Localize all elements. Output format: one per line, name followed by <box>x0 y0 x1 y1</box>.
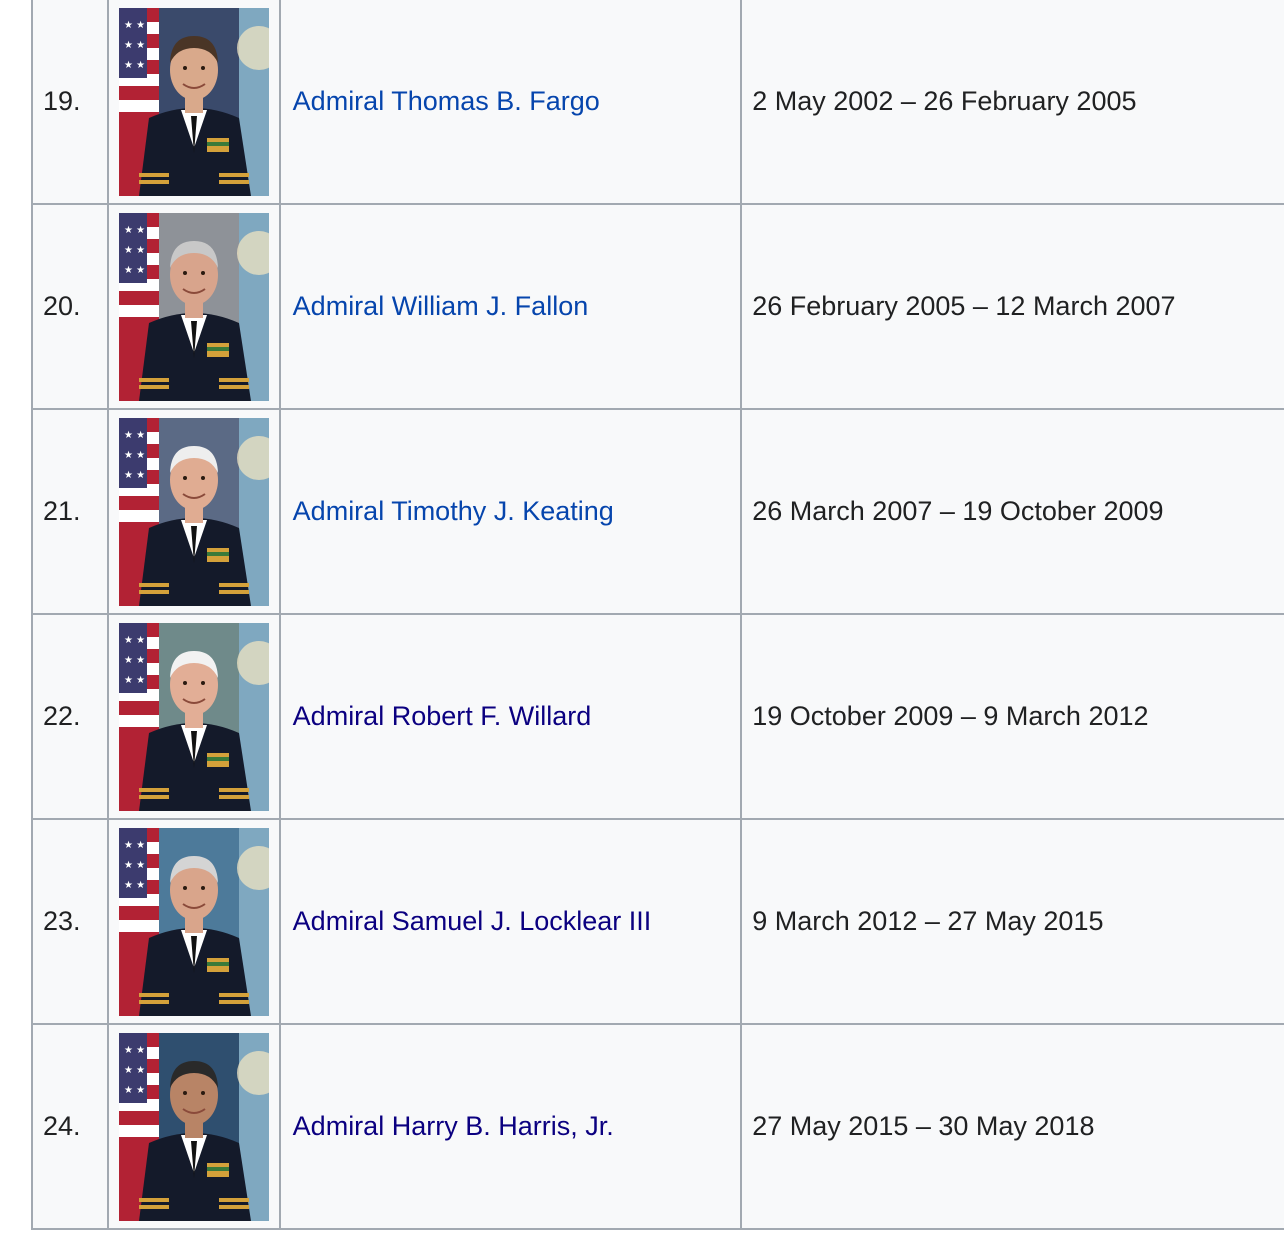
portrait-image-24[interactable]: ★ ★ ★ ★ ★ ★ <box>118 1032 269 1221</box>
table-row: 23. ★ ★ ★ ★ ★ ★ Admiral Samuel J. Lockle… <box>31 818 1284 1025</box>
commander-name-link[interactable]: Admiral Thomas B. Fargo <box>293 86 600 116</box>
term-of-office: 26 February 2005 – 12 March 2007 <box>740 203 1284 410</box>
svg-text:★ ★: ★ ★ <box>124 20 145 31</box>
name-cell: Admiral Thomas B. Fargo <box>278 0 743 205</box>
term-of-office: 2 May 2002 – 26 February 2005 <box>740 0 1284 205</box>
svg-text:★ ★: ★ ★ <box>124 1065 145 1076</box>
photo-cell: ★ ★ ★ ★ ★ ★ <box>106 203 281 410</box>
svg-text:★ ★: ★ ★ <box>124 265 145 276</box>
term-of-office: 19 October 2009 – 9 March 2012 <box>740 613 1284 820</box>
svg-text:★ ★: ★ ★ <box>124 430 145 441</box>
svg-text:★ ★: ★ ★ <box>124 880 145 891</box>
row-number: 22. <box>31 613 109 820</box>
name-cell: Admiral Samuel J. Locklear III <box>278 818 743 1025</box>
row-number: 20. <box>31 203 109 410</box>
commander-name-link[interactable]: Admiral Samuel J. Locklear III <box>293 906 652 936</box>
commander-name-link[interactable]: Admiral Harry B. Harris, Jr. <box>293 1111 614 1141</box>
svg-text:★ ★: ★ ★ <box>124 60 145 71</box>
svg-text:★ ★: ★ ★ <box>124 860 145 871</box>
table-row: 20. ★ ★ ★ ★ ★ ★ Admiral William J. Fallo… <box>31 203 1284 410</box>
commanders-table: 19. ★ ★ ★ ★ ★ ★ Admiral Thomas B. Fargo … <box>31 0 1284 1230</box>
portrait-image-22[interactable]: ★ ★ ★ ★ ★ ★ <box>118 622 269 811</box>
photo-cell: ★ ★ ★ ★ ★ ★ <box>106 408 281 615</box>
svg-text:★ ★: ★ ★ <box>124 450 145 461</box>
name-cell: Admiral Harry B. Harris, Jr. <box>278 1023 743 1230</box>
name-cell: Admiral Robert F. Willard <box>278 613 743 820</box>
svg-text:★ ★: ★ ★ <box>124 245 145 256</box>
row-number: 23. <box>31 818 109 1025</box>
photo-cell: ★ ★ ★ ★ ★ ★ <box>106 0 281 205</box>
row-number: 21. <box>31 408 109 615</box>
term-of-office: 26 March 2007 – 19 October 2009 <box>740 408 1284 615</box>
commanders-table-body: 19. ★ ★ ★ ★ ★ ★ Admiral Thomas B. Fargo … <box>31 0 1284 1230</box>
name-cell: Admiral William J. Fallon <box>278 203 743 410</box>
photo-cell: ★ ★ ★ ★ ★ ★ <box>106 1023 281 1230</box>
svg-text:★ ★: ★ ★ <box>124 635 145 646</box>
photo-cell: ★ ★ ★ ★ ★ ★ <box>106 613 281 820</box>
commander-name-link[interactable]: Admiral Timothy J. Keating <box>293 496 614 526</box>
portrait-image-21[interactable]: ★ ★ ★ ★ ★ ★ <box>118 417 269 606</box>
term-of-office: 9 March 2012 – 27 May 2015 <box>740 818 1284 1025</box>
page-margin <box>0 0 31 1250</box>
table-row: 22. ★ ★ ★ ★ ★ ★ Admiral Robert F. Willar… <box>31 613 1284 820</box>
svg-text:★ ★: ★ ★ <box>124 1085 145 1096</box>
svg-text:★ ★: ★ ★ <box>124 655 145 666</box>
row-number: 24. <box>31 1023 109 1230</box>
commander-name-link[interactable]: Admiral William J. Fallon <box>293 291 589 321</box>
table-row: 21. ★ ★ ★ ★ ★ ★ Admiral Timothy J. Keati… <box>31 408 1284 615</box>
portrait-image-23[interactable]: ★ ★ ★ ★ ★ ★ <box>118 827 269 1016</box>
portrait-image-20[interactable]: ★ ★ ★ ★ ★ ★ <box>118 212 269 401</box>
svg-text:★ ★: ★ ★ <box>124 840 145 851</box>
term-of-office: 27 May 2015 – 30 May 2018 <box>740 1023 1284 1230</box>
commanders-table-container: 19. ★ ★ ★ ★ ★ ★ Admiral Thomas B. Fargo … <box>31 0 1284 1230</box>
name-cell: Admiral Timothy J. Keating <box>278 408 743 615</box>
svg-text:★ ★: ★ ★ <box>124 675 145 686</box>
photo-cell: ★ ★ ★ ★ ★ ★ <box>106 818 281 1025</box>
table-row: 19. ★ ★ ★ ★ ★ ★ Admiral Thomas B. Fargo … <box>31 0 1284 205</box>
portrait-image-19[interactable]: ★ ★ ★ ★ ★ ★ <box>118 7 269 196</box>
commander-name-link[interactable]: Admiral Robert F. Willard <box>293 701 592 731</box>
svg-text:★ ★: ★ ★ <box>124 225 145 236</box>
table-row: 24. ★ ★ ★ ★ ★ ★ Admiral Harry B. Harris,… <box>31 1023 1284 1230</box>
svg-text:★ ★: ★ ★ <box>124 40 145 51</box>
svg-text:★ ★: ★ ★ <box>124 470 145 481</box>
svg-text:★ ★: ★ ★ <box>124 1045 145 1056</box>
row-number: 19. <box>31 0 109 205</box>
